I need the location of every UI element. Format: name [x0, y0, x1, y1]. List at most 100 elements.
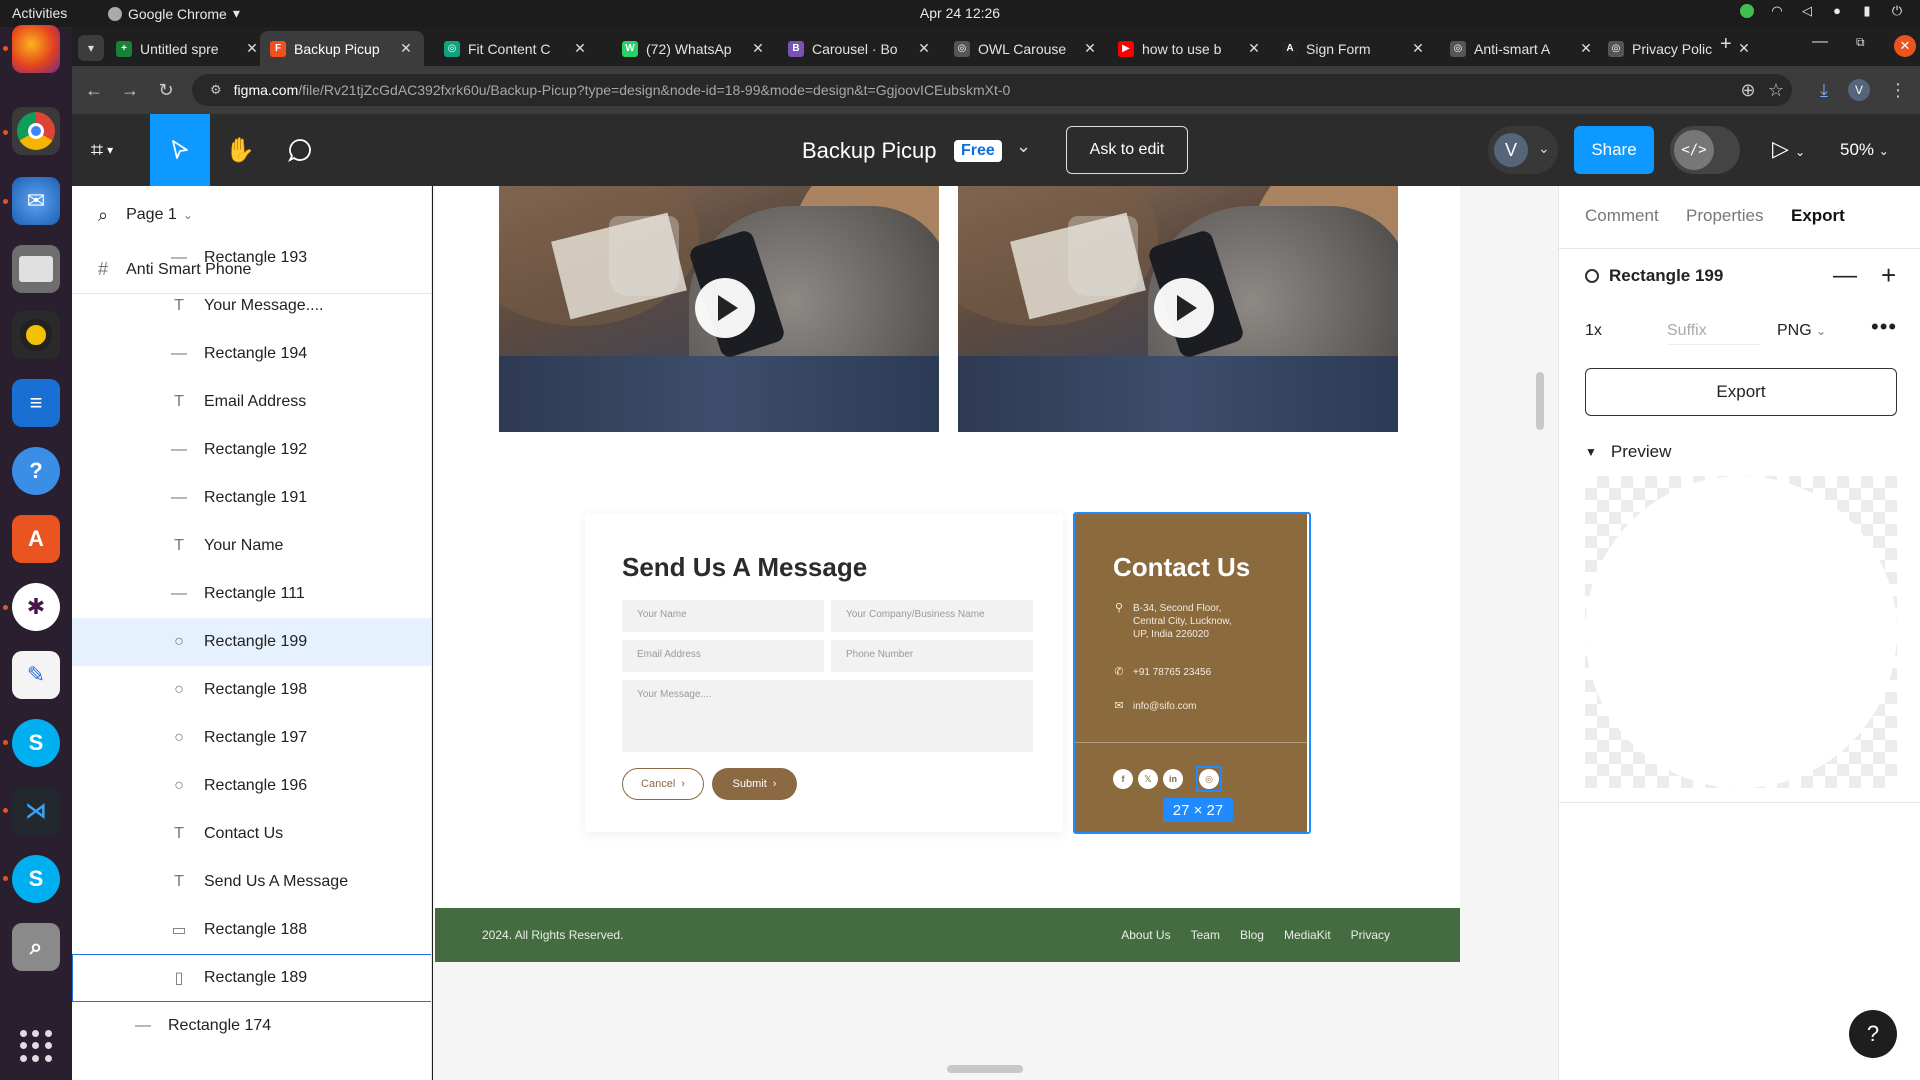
tab-comment[interactable]: Comment: [1585, 206, 1659, 226]
video-thumbnail[interactable]: [499, 186, 939, 432]
layer-row[interactable]: T Send Us A Message: [72, 858, 431, 906]
back-icon[interactable]: ←: [82, 78, 106, 102]
show-apps-icon[interactable]: [20, 1030, 52, 1062]
browser-tab[interactable]: B Carousel · Bo ✕: [778, 31, 942, 66]
file-menu-chevron-icon[interactable]: ⌄: [1016, 136, 1031, 157]
add-export-icon[interactable]: +: [1881, 260, 1896, 291]
email-field[interactable]: Email Address: [622, 640, 824, 672]
message-form-card[interactable]: Send Us A Message Your Name Your Company…: [585, 514, 1063, 832]
ask-to-edit-button[interactable]: Ask to edit: [1066, 126, 1188, 174]
more-options-icon[interactable]: •••: [1871, 314, 1897, 340]
browser-tab[interactable]: A Sign Form ✕: [1272, 31, 1436, 66]
close-tab-icon[interactable]: ✕: [1082, 40, 1098, 57]
profile-avatar[interactable]: V: [1848, 79, 1870, 101]
tab-export[interactable]: Export: [1791, 206, 1845, 226]
clock[interactable]: Apr 24 12:26: [920, 5, 1000, 21]
browser-tab[interactable]: W (72) WhatsAp ✕: [612, 31, 776, 66]
layer-row[interactable]: T Contact Us: [72, 810, 431, 858]
browser-tab[interactable]: F Backup Picup ✕: [260, 31, 424, 66]
browser-tab[interactable]: ◎ Privacy Polic ✕: [1598, 31, 1762, 66]
share-button[interactable]: Share: [1574, 126, 1654, 174]
tab-search-icon[interactable]: ▾: [78, 35, 104, 61]
help-button[interactable]: ?: [1849, 1010, 1897, 1058]
maximize-icon[interactable]: ⧉: [1856, 35, 1865, 50]
text-editor-icon[interactable]: ✎: [12, 651, 60, 699]
close-tab-icon[interactable]: ✕: [1246, 40, 1262, 57]
design-canvas[interactable]: Send Us A Message Your Name Your Company…: [433, 186, 1558, 1080]
multiplayer-avatars[interactable]: V ⌄: [1488, 126, 1558, 174]
help-icon[interactable]: ?: [12, 447, 60, 495]
footer-link[interactable]: MediaKit: [1284, 928, 1331, 942]
update-indicator-icon[interactable]: [1740, 4, 1754, 18]
rhythmbox-icon[interactable]: [12, 311, 60, 359]
browser-menu-icon[interactable]: ⋮: [1886, 78, 1910, 102]
search-icon[interactable]: ⌕: [12, 923, 60, 971]
play-icon[interactable]: [1154, 278, 1214, 338]
browser-tab[interactable]: ◎ Fit Content C ✕: [434, 31, 598, 66]
slack-icon[interactable]: ✱: [12, 583, 60, 631]
volume-icon[interactable]: ◁: [1800, 4, 1814, 18]
tab-properties[interactable]: Properties: [1686, 206, 1763, 226]
layer-row[interactable]: ○ Rectangle 199: [72, 618, 431, 666]
remove-export-icon[interactable]: —: [1833, 262, 1857, 290]
layer-row[interactable]: — Rectangle 193: [72, 234, 431, 282]
dev-mode-toggle[interactable]: </>: [1670, 126, 1740, 174]
phone-field[interactable]: Phone Number: [831, 640, 1033, 672]
app-menu[interactable]: Google Chrome ▾: [108, 5, 240, 22]
preview-toggle[interactable]: ▼ Preview: [1585, 442, 1671, 462]
thunderbird-icon[interactable]: ✉: [12, 177, 60, 225]
layer-row[interactable]: T Email Address: [72, 378, 431, 426]
layer-row[interactable]: ○ Rectangle 196: [72, 762, 431, 810]
layer-row[interactable]: — Rectangle 174: [72, 1002, 431, 1050]
close-tab-icon[interactable]: ✕: [244, 40, 260, 57]
browser-tab[interactable]: ◎ Anti-smart A ✕: [1440, 31, 1604, 66]
suffix-input[interactable]: Suffix: [1667, 322, 1761, 345]
new-tab-icon[interactable]: +: [1720, 33, 1732, 56]
skype-icon[interactable]: S: [12, 855, 60, 903]
forward-icon[interactable]: →: [118, 78, 142, 102]
x-twitter-icon[interactable]: 𝕏: [1138, 769, 1158, 789]
close-window-icon[interactable]: ✕: [1894, 35, 1916, 57]
video-thumbnail[interactable]: [958, 186, 1398, 432]
close-tab-icon[interactable]: ✕: [398, 40, 414, 57]
writer-icon[interactable]: ≡: [12, 379, 60, 427]
comment-tool[interactable]: [270, 114, 330, 186]
layer-row[interactable]: T Your Message....: [72, 282, 431, 330]
horizontal-scrollbar[interactable]: [947, 1065, 1023, 1073]
footer-link[interactable]: Team: [1191, 928, 1220, 942]
export-scale[interactable]: 1x: [1585, 322, 1602, 340]
layer-row[interactable]: — Rectangle 191: [72, 474, 431, 522]
site-info-icon[interactable]: ⚙: [210, 82, 222, 98]
software-icon[interactable]: A: [12, 515, 60, 563]
battery-icon[interactable]: ▮: [1860, 4, 1874, 18]
format-select[interactable]: PNG ⌄: [1777, 322, 1826, 340]
linkedin-icon[interactable]: in: [1163, 769, 1183, 789]
address-bar[interactable]: ⚙ figma.com /file/Rv21tjZcGdAC392fxrk60u…: [192, 74, 1792, 106]
your-name-field[interactable]: Your Name: [622, 600, 824, 632]
close-tab-icon[interactable]: ✕: [572, 40, 588, 57]
close-tab-icon[interactable]: ✕: [750, 40, 766, 57]
company-field[interactable]: Your Company/Business Name: [831, 600, 1033, 632]
search-icon[interactable]: ⌕: [98, 205, 108, 226]
layer-row[interactable]: — Rectangle 192: [72, 426, 431, 474]
footer-link[interactable]: Privacy: [1351, 928, 1390, 942]
zoom-icon[interactable]: ⊕: [1736, 78, 1760, 102]
cancel-button[interactable]: Cancel ›: [622, 768, 704, 800]
reload-icon[interactable]: ↻: [154, 78, 178, 102]
figma-main-menu[interactable]: ⌗ ▾: [72, 114, 132, 186]
artboard[interactable]: Send Us A Message Your Name Your Company…: [435, 186, 1460, 962]
system-tray[interactable]: ◠ ◁ ● ▮ ⏻: [1740, 4, 1904, 18]
play-icon[interactable]: [695, 278, 755, 338]
vertical-scrollbar[interactable]: [1536, 372, 1544, 430]
message-field[interactable]: Your Message....: [622, 680, 1033, 752]
browser-tab[interactable]: ◎ OWL Carouse ✕: [944, 31, 1108, 66]
power-icon[interactable]: ⏻: [1890, 4, 1904, 18]
firefox-icon[interactable]: [12, 25, 60, 73]
file-title[interactable]: Backup Picup: [802, 138, 937, 164]
present-button[interactable]: ▷ ⌄: [1772, 136, 1805, 162]
chrome-icon[interactable]: [12, 107, 60, 155]
minimize-icon[interactable]: —: [1812, 33, 1828, 51]
bookmark-star-icon[interactable]: ☆: [1764, 78, 1788, 102]
contact-card[interactable]: Contact Us ⚲ B-34, Second Floor, Central…: [1075, 514, 1307, 832]
browser-tab[interactable]: ▶ how to use b ✕: [1108, 31, 1272, 66]
